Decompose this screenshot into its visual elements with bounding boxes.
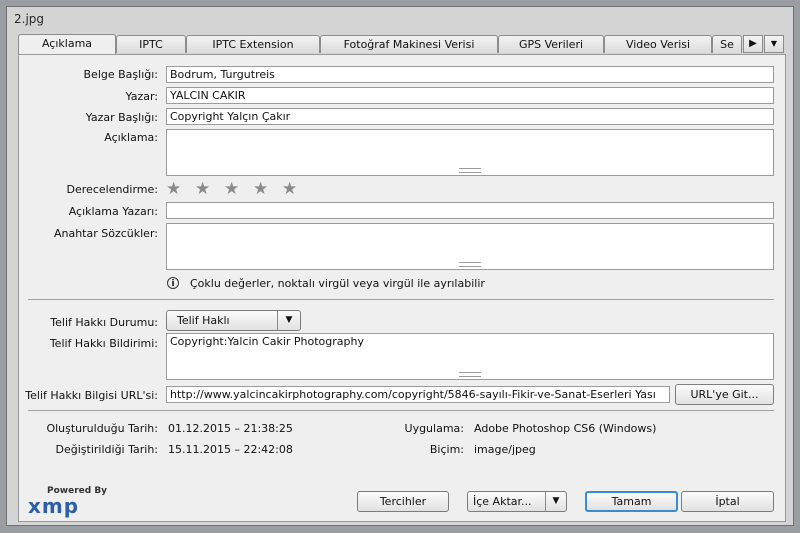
tab-video[interactable]: Video Verisi xyxy=(604,35,712,53)
copyright-status-value: Telif Haklı xyxy=(177,314,230,327)
rating-star-4-icon[interactable]: ★ xyxy=(253,181,268,198)
resize-grip-icon[interactable] xyxy=(459,372,481,377)
tab-iptc[interactable]: IPTC xyxy=(116,35,186,53)
modified-date-value: 15.11.2015 – 22:42:08 xyxy=(168,443,293,456)
resize-grip-icon[interactable] xyxy=(459,262,481,267)
tab-more[interactable]: Se xyxy=(712,35,742,53)
tab-menu-chevron-icon[interactable]: ▼ xyxy=(764,35,784,53)
xmp-logo-icon: xmp xyxy=(28,494,80,518)
info-icon: i xyxy=(167,277,179,289)
tab-iptc-extension[interactable]: IPTC Extension xyxy=(186,35,320,53)
copyright-notice-value: Copyright:Yalcin Cakir Photography xyxy=(170,335,364,348)
label-description: Açıklama: xyxy=(104,131,158,144)
rating-star-1-icon[interactable]: ★ xyxy=(166,181,181,198)
label-created-date: Oluşturulduğu Tarih: xyxy=(46,422,158,435)
tab-next-arrow-icon[interactable]: ▶ xyxy=(743,35,763,53)
rating-star-5-icon[interactable]: ★ xyxy=(282,181,297,198)
keywords-textarea[interactable] xyxy=(166,223,774,270)
copyright-status-select[interactable]: Telif Haklı ▼ xyxy=(166,310,301,331)
resize-grip-icon[interactable] xyxy=(459,168,481,173)
description-writer-input[interactable] xyxy=(166,202,774,219)
keywords-hint: Çoklu değerler, noktalı virgül veya virg… xyxy=(190,277,485,290)
label-copyright-url: Telif Hakkı Bilgisi URL'si: xyxy=(25,389,158,402)
label-author-title: Yazar Başlığı: xyxy=(85,111,158,124)
label-keywords: Anahtar Sözcükler: xyxy=(53,227,158,240)
tab-aciklama[interactable]: Açıklama xyxy=(18,34,116,54)
created-date-value: 01.12.2015 – 21:38:25 xyxy=(168,422,293,435)
label-copyright-status: Telif Hakkı Durumu: xyxy=(50,316,158,329)
label-copyright-notice: Telif Hakkı Bildirimi: xyxy=(49,337,158,350)
tab-camera-data[interactable]: Fotoğraf Makinesi Verisi xyxy=(320,35,498,53)
tab-gps[interactable]: GPS Verileri xyxy=(498,35,604,53)
label-application: Uygulama: xyxy=(404,422,464,435)
import-button-label: İçe Aktar... xyxy=(473,495,532,508)
go-to-url-button[interactable]: URL'ye Git... xyxy=(675,384,774,405)
divider xyxy=(28,410,774,411)
label-document-title: Belge Başlığı: xyxy=(83,68,159,81)
preferences-button[interactable]: Tercihler xyxy=(357,491,449,512)
rating-star-2-icon[interactable]: ★ xyxy=(195,181,210,198)
divider xyxy=(28,299,774,300)
label-author: Yazar: xyxy=(125,90,159,103)
label-modified-date: Değiştirildiği Tarih: xyxy=(55,443,158,456)
copyright-notice-textarea[interactable]: Copyright:Yalcin Cakir Photography xyxy=(166,333,774,380)
label-format: Biçim: xyxy=(429,443,464,456)
author-input[interactable]: YALCIN CAKIR xyxy=(166,87,774,104)
window-title: 2.jpg xyxy=(14,12,45,26)
description-textarea[interactable] xyxy=(166,129,774,176)
label-rating: Derecelendirme: xyxy=(66,183,158,196)
application-value: Adobe Photoshop CS6 (Windows) xyxy=(474,422,657,435)
format-value: image/jpeg xyxy=(474,443,536,456)
chevron-down-icon: ▼ xyxy=(277,311,300,330)
document-title-input[interactable]: Bodrum, Turgutreis xyxy=(166,66,774,83)
rating-star-3-icon[interactable]: ★ xyxy=(224,181,239,198)
import-button[interactable]: İçe Aktar... ▼ xyxy=(467,491,567,512)
author-title-input[interactable]: Copyright Yalçın Çakır xyxy=(166,108,774,125)
cancel-button[interactable]: İptal xyxy=(681,491,774,512)
copyright-url-input[interactable]: http://www.yalcincakirphotography.com/co… xyxy=(166,386,670,403)
label-description-writer: Açıklama Yazarı: xyxy=(68,205,158,218)
ok-button[interactable]: Tamam xyxy=(585,491,678,512)
tab-bar: Açıklama IPTC IPTC Extension Fotoğraf Ma… xyxy=(18,34,786,54)
chevron-down-icon[interactable]: ▼ xyxy=(545,492,566,511)
